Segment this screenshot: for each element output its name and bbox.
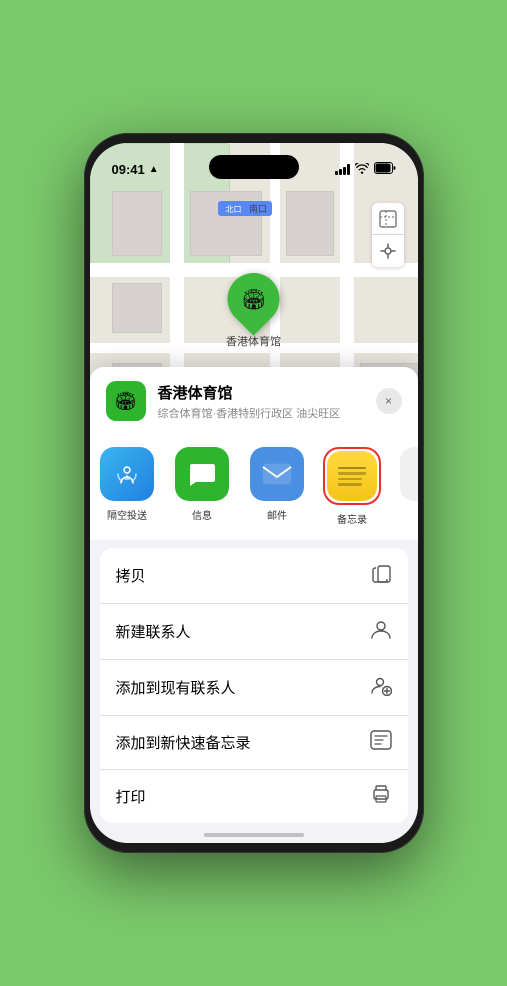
add-contact-icon xyxy=(370,674,392,701)
messages-label: 信息 xyxy=(192,507,212,522)
action-add-contact-label: 添加到现有联系人 xyxy=(116,677,236,698)
signal-bars xyxy=(335,164,350,175)
status-icons xyxy=(335,162,396,177)
quick-note-icon xyxy=(370,730,392,755)
action-print-label: 打印 xyxy=(116,786,146,807)
venue-icon: 🏟 xyxy=(106,381,146,421)
notes-icon xyxy=(327,451,377,501)
mail-icon xyxy=(250,447,304,501)
home-indicator xyxy=(204,833,304,837)
share-notes[interactable]: 备忘录 xyxy=(315,447,390,526)
close-button[interactable]: × xyxy=(376,388,402,414)
status-time: 09:41 xyxy=(112,162,145,177)
dynamic-island xyxy=(209,155,299,179)
venue-info: 香港体育馆 综合体育馆·香港特别行政区 油尖旺区 xyxy=(158,382,364,421)
print-icon xyxy=(370,784,392,809)
action-quick-note[interactable]: 添加到新快速备忘录 xyxy=(100,716,408,770)
action-new-contact-label: 新建联系人 xyxy=(116,621,191,642)
battery-icon xyxy=(374,162,396,177)
action-print[interactable]: 打印 xyxy=(100,770,408,823)
more-icon xyxy=(400,447,418,501)
messages-icon xyxy=(175,447,229,501)
action-copy-label: 拷贝 xyxy=(116,565,146,586)
action-quick-note-label: 添加到新快速备忘录 xyxy=(116,732,251,753)
share-row: 隔空投送 信息 xyxy=(90,433,418,540)
action-list: 拷贝 新建联系人 xyxy=(100,548,408,823)
phone-screen: 09:41 ▲ xyxy=(90,143,418,843)
share-more[interactable]: 提 xyxy=(390,447,418,526)
action-copy[interactable]: 拷贝 xyxy=(100,548,408,604)
wifi-icon xyxy=(355,162,369,177)
notes-label: 备忘录 xyxy=(337,511,367,526)
airdrop-icon xyxy=(100,447,154,501)
action-add-contact[interactable]: 添加到现有联系人 xyxy=(100,660,408,716)
airdrop-label: 隔空投送 xyxy=(107,507,147,522)
copy-icon xyxy=(372,562,392,589)
location-icon: ▲ xyxy=(149,164,159,175)
bottom-sheet: 🏟 香港体育馆 综合体育馆·香港特别行政区 油尖旺区 × xyxy=(90,367,418,843)
share-mail[interactable]: 邮件 xyxy=(240,447,315,526)
notes-selected-border xyxy=(323,447,381,505)
venue-name: 香港体育馆 xyxy=(158,382,364,403)
share-airdrop[interactable]: 隔空投送 xyxy=(90,447,165,526)
share-messages[interactable]: 信息 xyxy=(165,447,240,526)
venue-desc: 综合体育馆·香港特别行政区 油尖旺区 xyxy=(158,405,364,421)
sheet-header: 🏟 香港体育馆 综合体育馆·香港特别行政区 油尖旺区 × xyxy=(90,367,418,433)
mail-label: 邮件 xyxy=(267,507,287,522)
action-new-contact[interactable]: 新建联系人 xyxy=(100,604,408,660)
new-contact-icon xyxy=(370,618,392,645)
phone-frame: 09:41 ▲ xyxy=(84,133,424,853)
